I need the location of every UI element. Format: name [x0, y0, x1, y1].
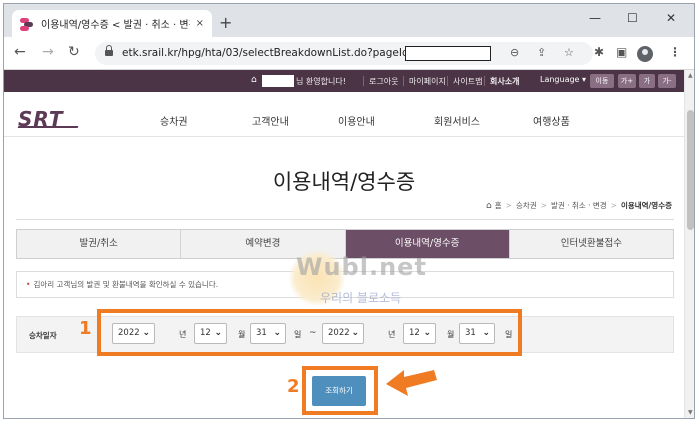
greeting-text: 님 환영합니다!	[296, 77, 346, 86]
tab-online-refund[interactable]: 인터넷환불접수	[509, 230, 673, 258]
search-date-label: 승차일자	[29, 331, 57, 340]
pointer-arrow-icon	[386, 370, 437, 396]
lock-icon[interactable]	[105, 45, 113, 57]
breadcrumb-separator: >	[540, 201, 547, 210]
share-icon[interactable]: ⇪	[537, 46, 546, 59]
search-button[interactable]: 조회하기	[312, 376, 366, 406]
breadcrumb-item[interactable]: 승차권	[516, 201, 537, 210]
title-bar: 이용내역/영수증 < 발권 · 취소 · 변경 × + — ☐ ✕	[4, 4, 694, 37]
sitemap-link[interactable]: 사이트맵	[453, 76, 482, 87]
gnb-item-guide[interactable]: 이용안내	[338, 113, 375, 128]
language-select[interactable]: Language ▾	[540, 75, 586, 84]
maximize-icon[interactable]: ☐	[627, 11, 638, 25]
font-size-normal-button[interactable]: 가	[639, 74, 655, 88]
forward-icon[interactable]: →	[42, 44, 54, 60]
gnb-divider	[4, 136, 684, 137]
language-go-button[interactable]: 이동	[590, 74, 614, 88]
browser-window: 이용내역/영수증 < 발권 · 취소 · 변경 × + — ☐ ✕ ← → ↻ …	[3, 3, 695, 419]
page-title: 이용내역/영수증	[272, 170, 416, 194]
language-label: Language	[540, 75, 580, 84]
redacted-user-name	[262, 75, 294, 87]
divider	[484, 76, 485, 86]
minimize-icon[interactable]: —	[589, 11, 601, 25]
breadcrumb-separator: >	[610, 201, 617, 210]
breadcrumb-item[interactable]: 발권 · 취소 · 변경	[551, 201, 607, 210]
browser-tab[interactable]: 이용내역/영수증 < 발권 · 취소 · 변경 ×	[12, 10, 212, 37]
bullet-icon: •	[26, 280, 31, 289]
redacted-page-id	[405, 46, 491, 61]
gnb-item-customer[interactable]: 고객안내	[252, 113, 289, 128]
breadcrumb: ⌂ 홈 > 승차권 > 발권 · 취소 · 변경 > 이용내역/영수증	[486, 200, 672, 211]
url-text[interactable]: etk.srail.kr/hpg/hta/03/selectBreakdownL…	[122, 47, 417, 59]
home-icon: ⌂	[251, 75, 257, 85]
new-tab-button[interactable]: +	[219, 13, 232, 32]
scroll-up-icon[interactable]: ▲	[688, 72, 693, 79]
divider	[447, 76, 448, 86]
tab-issue-cancel[interactable]: 발권/취소	[17, 230, 182, 258]
tab-close-icon[interactable]: ×	[196, 18, 204, 29]
callout-number-1: 1	[79, 318, 92, 339]
divider	[16, 219, 674, 220]
tab-title: 이용내역/영수증 < 발권 · 취소 · 변경	[41, 20, 190, 31]
gnb-item-ticket[interactable]: 승차권	[160, 113, 188, 128]
chevron-down-icon: ▾	[582, 75, 587, 84]
utility-bar: ⌂ 님 환영합니다! 로그아웃 마이페이지 사이트맵 회사소개 Language…	[4, 70, 684, 92]
logout-link[interactable]: 로그아웃	[369, 76, 398, 87]
breadcrumb-current: 이용내역/영수증	[620, 201, 672, 210]
divider	[403, 76, 404, 86]
mypage-link[interactable]: 마이페이지	[409, 76, 446, 87]
browser-toolbar: ← → ↻ etk.srail.kr/hpg/hta/03/selectBrea…	[4, 37, 694, 70]
side-panel-icon[interactable]: ▣	[616, 45, 627, 59]
extensions-icon[interactable]: ✱	[594, 45, 604, 59]
close-window-icon[interactable]: ✕	[666, 11, 676, 25]
gnb-item-travel[interactable]: 여행상품	[533, 113, 570, 128]
zoom-icon[interactable]: ⊖	[510, 46, 519, 59]
profile-avatar[interactable]	[637, 46, 653, 62]
bookmark-star-icon[interactable]: ☆	[564, 46, 574, 59]
reload-icon[interactable]: ↻	[68, 44, 80, 60]
srt-favicon-icon	[20, 17, 34, 31]
page-content: ⌂ 님 환영합니다! 로그아웃 마이페이지 사이트맵 회사소개 Language…	[4, 70, 684, 418]
breadcrumb-home[interactable]: 홈	[495, 201, 502, 210]
srt-logo[interactable]: SRT	[18, 107, 64, 131]
notice-text: 김아리 고객님의 발권 및 환불내역을 확인하실 수 있습니다.	[33, 280, 219, 289]
wubl-watermark: Wubl.net 우리의 블로소득	[286, 248, 426, 318]
watermark-text: Wubl.net	[296, 253, 427, 281]
font-size-up-button[interactable]: 가+	[618, 74, 636, 88]
callout-number-2: 2	[287, 376, 300, 397]
divider	[363, 76, 364, 86]
back-icon[interactable]: ←	[14, 44, 26, 60]
font-size-down-button[interactable]: 가-	[658, 74, 676, 88]
watermark-subtext: 우리의 블로소득	[320, 291, 402, 305]
home-icon[interactable]: ⌂	[486, 201, 492, 211]
company-link[interactable]: 회사소개	[490, 76, 519, 87]
vertical-scrollbar[interactable]: ▲ ▼	[684, 70, 694, 418]
gnb-item-member[interactable]: 회원서비스	[434, 113, 480, 128]
address-bar[interactable]: etk.srail.kr/hpg/hta/03/selectBreakdownL…	[95, 42, 593, 65]
scroll-thumb[interactable]	[687, 110, 694, 230]
scroll-down-icon[interactable]: ▼	[688, 409, 693, 416]
highlight-box-date-range	[97, 309, 522, 356]
breadcrumb-separator: >	[505, 201, 512, 210]
browser-menu-icon[interactable]: ⋮	[669, 45, 681, 59]
